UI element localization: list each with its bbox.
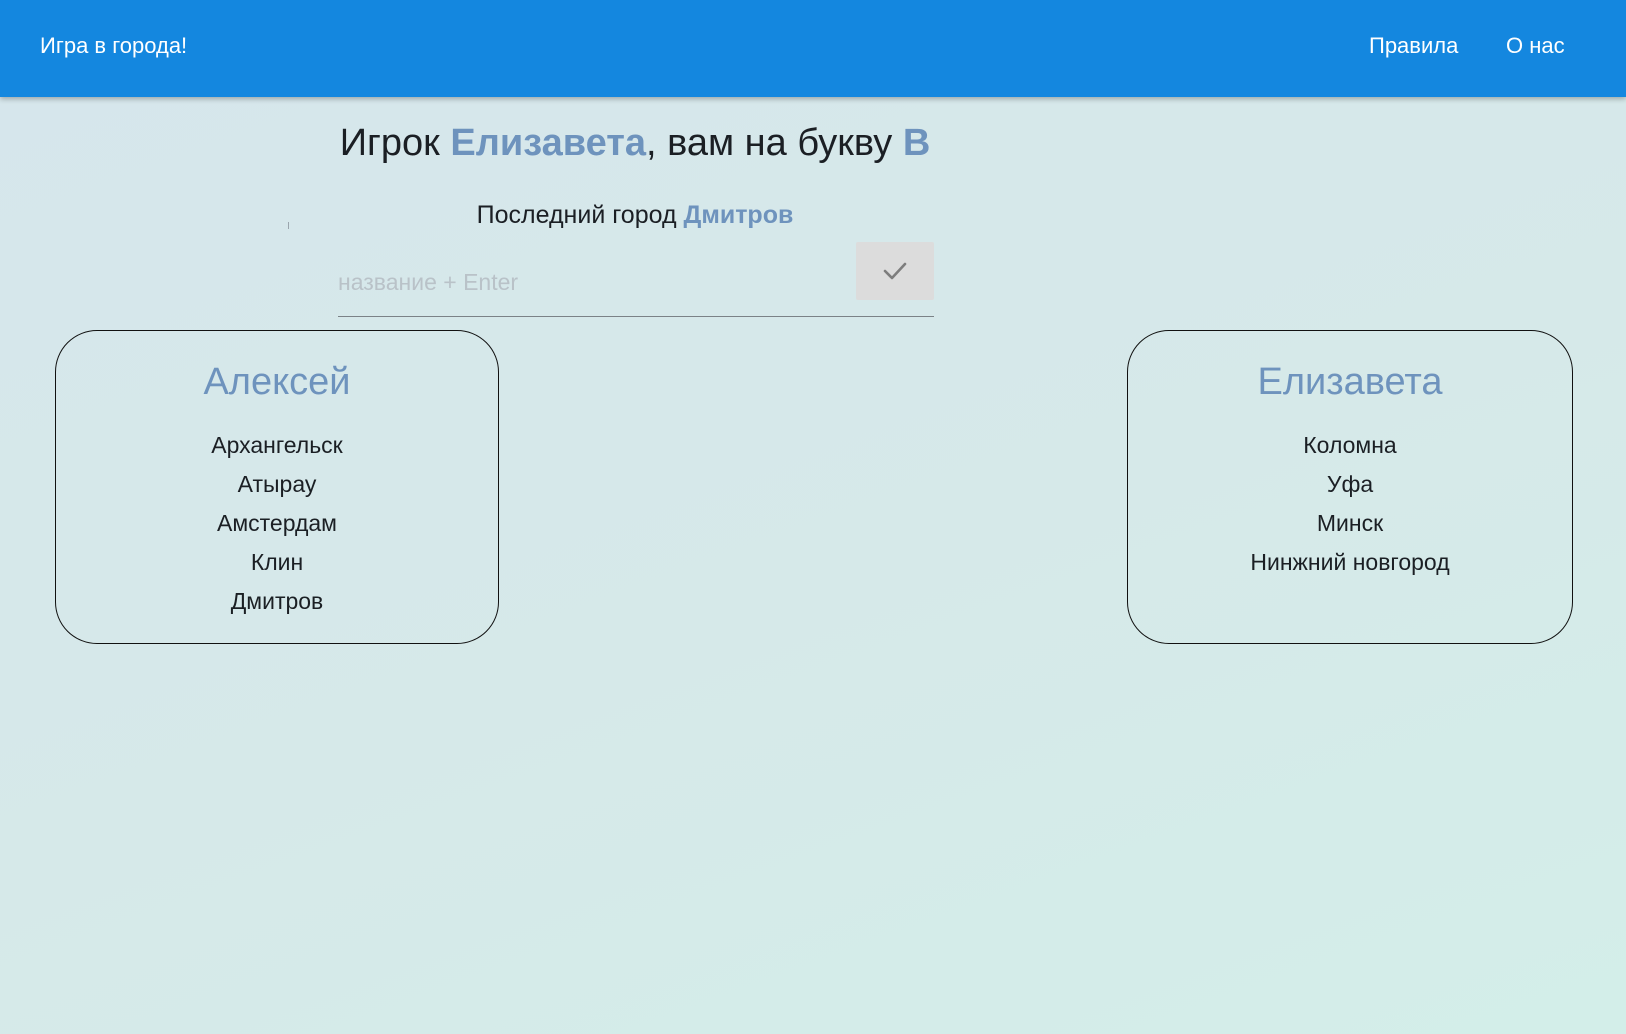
- city-item: Клин: [250, 549, 304, 575]
- turn-heading: Игрок Елизавета, вам на букву В: [0, 122, 1270, 165]
- player-city-list: Архангельск Атырау Амстердам Клин Дмитро…: [56, 426, 498, 621]
- turn-prefix: Игрок: [339, 122, 451, 164]
- player-name: Алексей: [203, 361, 351, 403]
- check-icon: [882, 261, 908, 281]
- city-item: Амстердам: [216, 510, 337, 536]
- city-item: Минск: [1316, 510, 1384, 536]
- last-city-line: Последний город Дмитров: [0, 201, 1270, 230]
- last-city-label: Последний город: [476, 201, 684, 229]
- city-input[interactable]: [338, 264, 838, 300]
- city-item: Архангельск: [211, 432, 343, 458]
- player-name: Елизавета: [1257, 361, 1443, 403]
- city-item: Коломна: [1303, 432, 1397, 458]
- nav-link-about[interactable]: О нас: [1506, 33, 1565, 59]
- city-item: Дмитров: [230, 588, 324, 614]
- turn-middle: , вам на букву: [645, 122, 903, 164]
- top-app-bar: Игра в города! Правила О нас: [0, 0, 1626, 97]
- player-card-aleksey: Алексей Архангельск Атырау Амстердам Кли…: [55, 330, 499, 644]
- required-letter: В: [902, 122, 931, 164]
- stray-mark: [288, 222, 289, 229]
- last-city-value: Дмитров: [683, 201, 794, 229]
- app-title-link[interactable]: Игра в города!: [40, 33, 187, 59]
- city-item: Уфа: [1326, 471, 1374, 497]
- city-input-group: [338, 242, 934, 317]
- player-city-list: Коломна Уфа Минск Нинжний новгород: [1128, 426, 1572, 582]
- player-card-elizaveta: Елизавета Коломна Уфа Минск Нинжний новг…: [1127, 330, 1573, 644]
- nav-link-rules[interactable]: Правила: [1369, 33, 1458, 59]
- current-player-name: Елизавета: [450, 122, 646, 164]
- city-item: Нинжний новгород: [1250, 549, 1450, 575]
- city-item: Атырау: [237, 471, 317, 497]
- submit-city-button[interactable]: [856, 242, 934, 300]
